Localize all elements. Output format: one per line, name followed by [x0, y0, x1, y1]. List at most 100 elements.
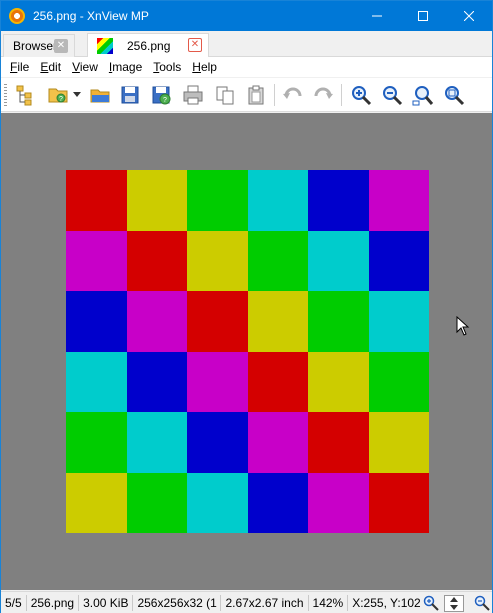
image-cell-yellow — [308, 351, 369, 412]
save-icon — [121, 86, 139, 104]
status-bar: 5/5 256.png 3.00 KiB 256x256x32 (1 2.67x… — [1, 591, 492, 613]
toolbar-grip[interactable] — [4, 84, 7, 106]
show-browser-button[interactable] — [14, 83, 38, 107]
image-cell-cyan — [368, 291, 429, 352]
menu-image[interactable]: Image — [109, 60, 142, 74]
svg-text:?: ? — [163, 97, 167, 104]
minimize-button[interactable] — [354, 1, 400, 31]
image-cell-yellow — [126, 170, 187, 231]
image-cell-green — [187, 170, 248, 231]
image-cell-cyan — [126, 412, 187, 473]
save-as-icon: ? — [152, 86, 171, 105]
tab-image-label: 256.png — [127, 38, 171, 53]
zoom-in-icon — [352, 86, 372, 106]
tab-image[interactable]: 256.png ✕ — [87, 33, 209, 57]
image-cell-green — [66, 412, 127, 473]
image-cell-magenta — [308, 472, 369, 533]
tab-browser-close-icon[interactable]: ✕ — [54, 39, 68, 53]
open-button[interactable]: ? — [46, 83, 70, 107]
menu-bar: File Edit View Image Tools Help — [1, 57, 492, 77]
undo-button[interactable] — [281, 83, 305, 107]
image-cell-cyan — [66, 351, 127, 412]
toolbar: ? ? — [1, 78, 492, 112]
menu-edit-rest: dit — [48, 60, 62, 74]
paste-icon — [248, 85, 264, 105]
menu-tools[interactable]: Tools — [153, 60, 181, 74]
maximize-icon — [418, 11, 428, 21]
image-cell-green — [308, 291, 369, 352]
zoom-actual-icon — [445, 86, 465, 106]
maximize-button[interactable] — [400, 1, 446, 31]
zoom-fit-button[interactable] — [411, 83, 435, 107]
status-zoom-out-icon[interactable] — [474, 595, 490, 611]
status-zoom: 142% — [309, 594, 349, 611]
save-button[interactable] — [118, 83, 142, 107]
menu-help[interactable]: Help — [192, 60, 217, 74]
menu-edit[interactable]: Edit — [40, 60, 61, 74]
image-cell-blue — [66, 291, 127, 352]
image-cell-blue — [126, 351, 187, 412]
image-cell-red — [126, 230, 187, 291]
image-cell-magenta — [247, 412, 308, 473]
image-cell-blue — [187, 412, 248, 473]
image-cell-yellow — [66, 472, 127, 533]
image-cell-blue — [368, 230, 429, 291]
image-cell-green — [126, 472, 187, 533]
tab-bar: Browser ✕ 256.png ✕ — [1, 31, 492, 57]
zoom-out-button[interactable] — [380, 83, 404, 107]
svg-text:?: ? — [59, 96, 63, 103]
status-filesize: 3.00 KiB — [79, 594, 134, 611]
zoom-fit-icon — [412, 86, 434, 106]
redo-button[interactable] — [311, 83, 335, 107]
spinner-arrows-icon — [450, 596, 458, 610]
save-as-button[interactable]: ? — [149, 83, 173, 107]
image-cell-cyan — [247, 170, 308, 231]
status-format: 256x256x32 (1 — [133, 594, 222, 611]
zoom-out-icon — [383, 86, 403, 106]
title-bar[interactable]: 256.png - XnView MP — [1, 1, 492, 31]
menu-file-rest: ile — [17, 60, 30, 74]
minimize-icon — [372, 15, 382, 17]
open-dropdown-button[interactable] — [71, 83, 83, 107]
app-window: 256.png - XnView MP Browser ✕ 256.png ✕ … — [0, 0, 493, 613]
image-cell-red — [308, 412, 369, 473]
image-cell-blue — [308, 170, 369, 231]
copy-icon — [216, 86, 234, 105]
browse-folder-button[interactable] — [88, 83, 112, 107]
menu-view-rest: iew — [79, 60, 98, 74]
image-canvas[interactable] — [66, 170, 429, 533]
xnview-app-icon[interactable] — [9, 8, 25, 24]
status-zoom-in-icon[interactable] — [423, 595, 439, 611]
zoom-in-button[interactable] — [349, 83, 373, 107]
tab-browser[interactable]: Browser ✕ — [3, 34, 75, 57]
image-cell-red — [187, 291, 248, 352]
menu-view[interactable]: View — [72, 60, 98, 74]
undo-icon — [283, 87, 302, 99]
copy-button[interactable] — [213, 83, 237, 107]
status-zoom-tools — [423, 594, 490, 612]
image-cell-cyan — [187, 472, 248, 533]
menu-view-accel: V — [72, 60, 80, 74]
tab-image-close-icon[interactable]: ✕ — [188, 38, 202, 52]
image-cell-blue — [247, 472, 308, 533]
image-cell-red — [247, 351, 308, 412]
tab-browser-label: Browser — [13, 39, 58, 53]
image-viewer[interactable] — [1, 113, 492, 590]
zoom-spinner[interactable] — [444, 594, 464, 612]
window-title: 256.png - XnView MP — [33, 9, 149, 23]
image-cell-yellow — [247, 291, 308, 352]
image-cell-green — [368, 351, 429, 412]
menu-tools-rest: ools — [159, 60, 182, 74]
image-thumbnail-icon — [97, 37, 113, 54]
open-folder-icon: ? — [48, 88, 68, 103]
close-button[interactable] — [446, 1, 492, 31]
menu-file[interactable]: File — [10, 60, 29, 74]
zoom-actual-button[interactable] — [442, 83, 466, 107]
print-button[interactable] — [181, 83, 205, 107]
paste-button[interactable] — [244, 83, 268, 107]
status-index: 5/5 — [1, 594, 27, 611]
print-icon — [183, 85, 203, 105]
window-controls — [354, 1, 492, 31]
browse-folder-icon — [90, 89, 110, 103]
show-browser-icon — [16, 85, 32, 106]
